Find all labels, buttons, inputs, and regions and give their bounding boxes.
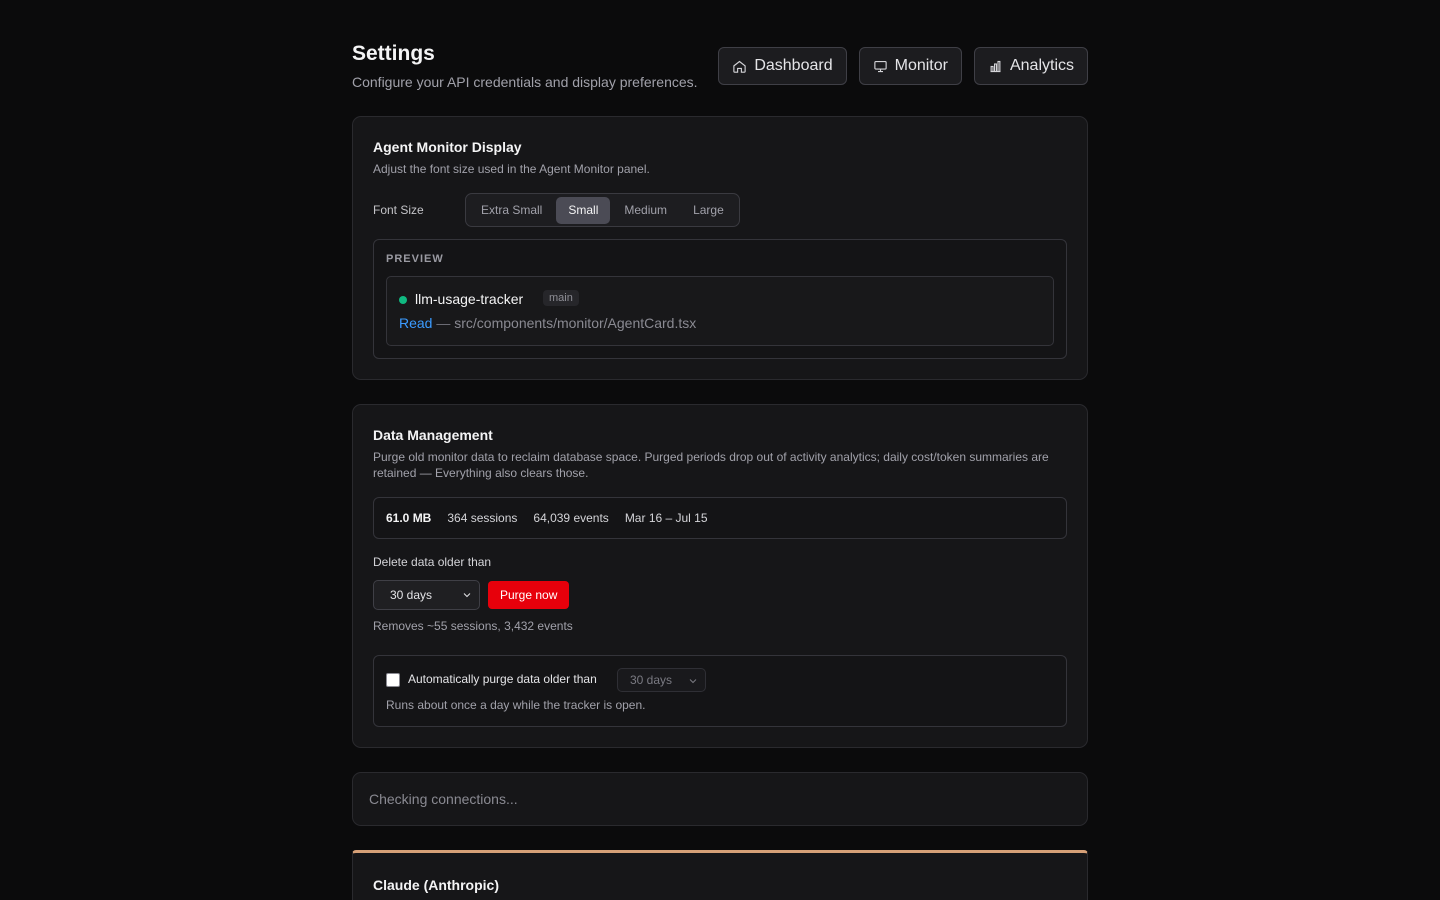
purge-estimate: Removes ~55 sessions, 3,432 events [373,619,573,633]
monitor-icon [873,60,887,72]
delete-older-than-label: Delete data older than [373,555,492,569]
bar-chart-icon [990,60,1001,72]
event-count: 64,039 events [533,511,609,525]
purge-age-value: 30 days [390,588,433,602]
branch-badge: main [543,290,579,306]
auto-purge-label: Automatically purge data older than [408,672,597,686]
agent-name: llm-usage-tracker [415,291,524,307]
activity-verb: Read [399,315,433,331]
preview-agent-card: llm-usage-tracker main Read — src/compon… [386,276,1054,346]
auto-purge-note: Runs about once a day while the tracker … [386,698,646,712]
font-size-option-large[interactable]: Large [681,197,736,224]
font-preview: PREVIEW llm-usage-tracker main Read — sr… [373,239,1067,359]
connections-status: Checking connections... [369,791,518,807]
page-subtitle: Configure your API credentials and displ… [352,74,698,90]
chevron-down-icon [461,589,473,601]
dashboard-label: Dashboard [754,57,833,74]
auto-purge-box: Automatically purge data older than 30 d… [373,655,1067,727]
font-size-label: Font Size [373,203,424,217]
auto-purge-age-select[interactable]: 30 days [617,668,706,692]
font-size-option-small[interactable]: Small [556,196,611,224]
connections-status-card: Checking connections... [352,772,1088,826]
status-dot-icon [399,296,407,304]
home-icon [733,60,747,73]
display-card-title: Agent Monitor Display [373,139,522,155]
activity-separator: — [436,315,451,331]
monitor-button[interactable]: Monitor [858,47,962,85]
claude-provider-card: Claude (Anthropic) [352,850,1088,900]
monitor-label: Monitor [894,57,948,74]
session-count: 364 sessions [447,511,518,525]
database-stats: 61.0 MB 364 sessions 64,039 events Mar 1… [373,497,1067,539]
activity-path: src/components/monitor/AgentCard.tsx [454,315,697,331]
analytics-button[interactable]: Analytics [973,47,1088,85]
purge-age-select[interactable]: 30 days [373,580,480,610]
preview-label: PREVIEW [386,253,444,265]
font-size-selector: Extra Small Small Medium Large [465,193,740,227]
chevron-down-icon [687,675,699,687]
page-header: Settings Configure your API credentials … [352,42,1088,92]
auto-purge-age-value: 30 days [630,673,673,687]
font-size-option-medium[interactable]: Medium [612,197,679,224]
data-card-description: Purge old monitor data to reclaim databa… [373,450,1049,480]
purge-now-button[interactable]: Purge now [488,581,570,609]
display-card-description: Adjust the font size used in the Agent M… [373,162,650,176]
font-size-option-extra-small[interactable]: Extra Small [469,197,554,224]
data-card-title: Data Management [373,427,493,443]
db-size: 61.0 MB [386,511,432,525]
dashboard-button[interactable]: Dashboard [718,47,847,85]
provider-title: Claude (Anthropic) [373,877,499,893]
date-range: Mar 16 – Jul 15 [624,511,708,525]
data-management-card: Data Management Purge old monitor data t… [352,404,1088,748]
auto-purge-checkbox[interactable] [386,673,400,687]
page-title: Settings [352,42,435,65]
analytics-label: Analytics [1009,57,1074,74]
agent-activity: Read — src/components/monitor/AgentCard.… [399,315,696,331]
agent-monitor-display-card: Agent Monitor Display Adjust the font si… [352,116,1088,380]
nav-buttons: Dashboard Monitor Analytics [718,47,1088,85]
